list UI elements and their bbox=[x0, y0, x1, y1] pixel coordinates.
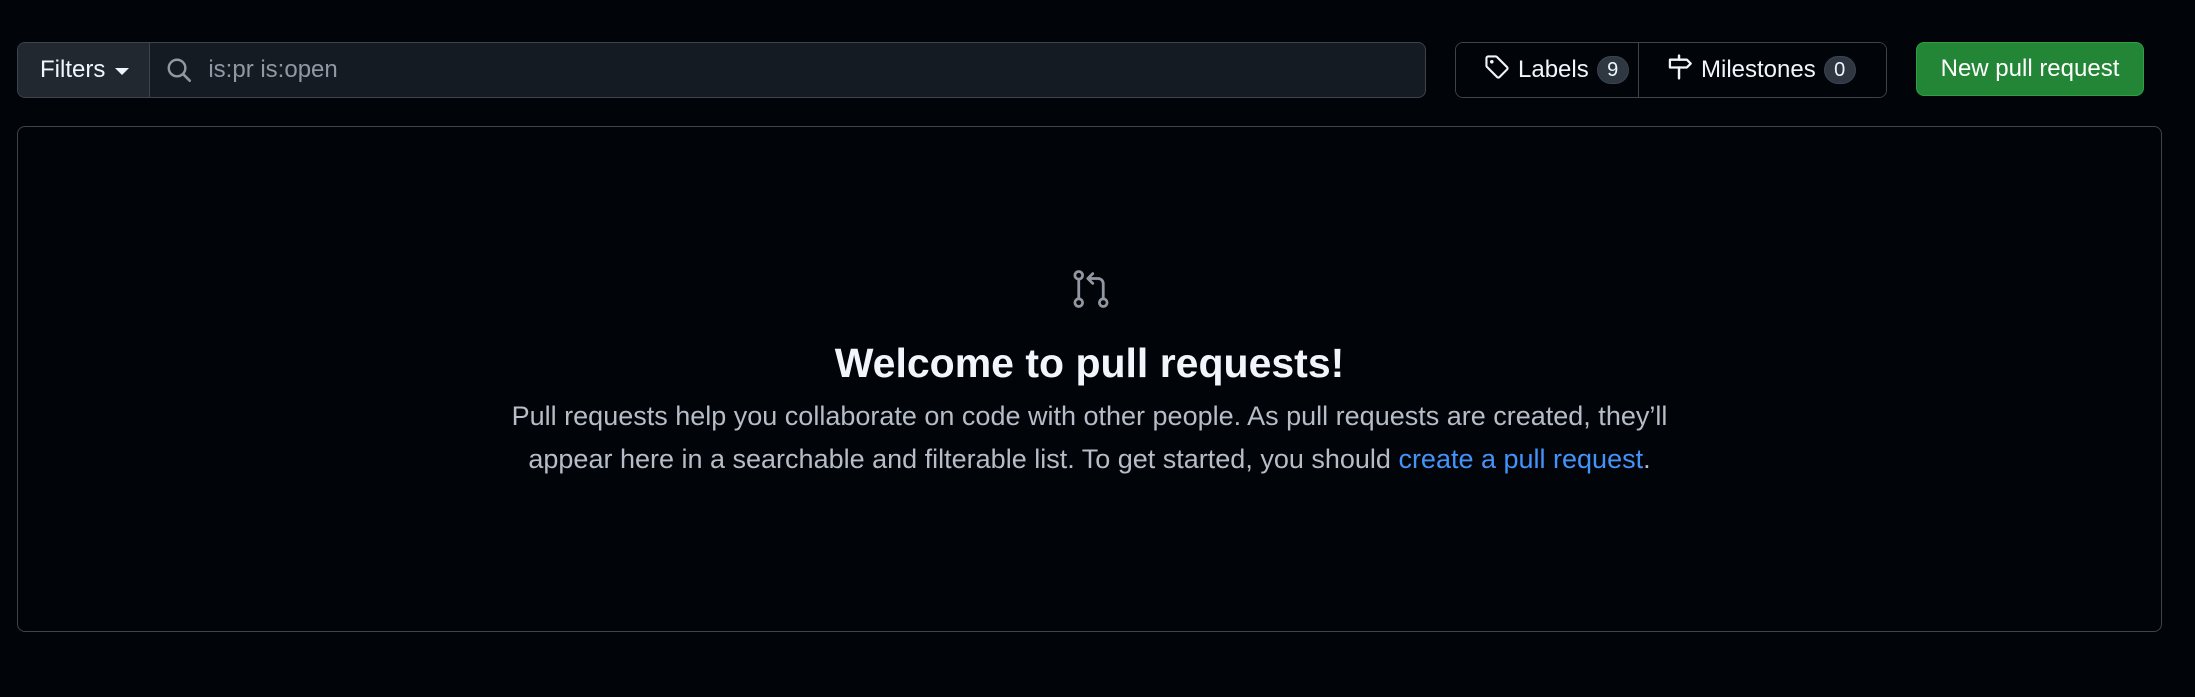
milestones-label: Milestones bbox=[1701, 56, 1816, 83]
git-pull-request-icon bbox=[1070, 268, 1112, 310]
new-pull-request-button[interactable]: New pull request bbox=[1916, 42, 2144, 96]
filters-label: Filters bbox=[40, 56, 106, 83]
pull-requests-blankslate: Welcome to pull requests! Pull requests … bbox=[17, 126, 2162, 632]
triangle-down-icon bbox=[115, 67, 130, 75]
search-icon bbox=[166, 57, 192, 83]
create-pull-request-link[interactable]: create a pull request bbox=[1398, 444, 1643, 474]
blankslate-description-line-2-text: appear here in a searchable and filterab… bbox=[528, 444, 1399, 474]
tag-icon bbox=[1484, 54, 1510, 87]
milestone-icon bbox=[1667, 53, 1693, 87]
search-field[interactable] bbox=[150, 43, 1425, 97]
milestones-link[interactable]: Milestones 0 bbox=[1638, 43, 1886, 97]
labels-count-badge: 9 bbox=[1596, 56, 1629, 84]
labels-link[interactable]: Labels 9 bbox=[1456, 43, 1638, 97]
pull-requests-toolbar: Filters is:pr is:open Labels 9 Milestone… bbox=[17, 42, 2163, 98]
search-input[interactable] bbox=[208, 43, 1425, 97]
filter-search-group: Filters bbox=[17, 42, 1426, 98]
blankslate-description-line-2: appear here in a searchable and filterab… bbox=[18, 438, 2161, 481]
filters-button[interactable]: Filters bbox=[18, 43, 151, 97]
blankslate-description: Pull requests help you collaborate on co… bbox=[18, 395, 2161, 481]
blankslate-description-line-1: Pull requests help you collaborate on co… bbox=[511, 401, 1668, 431]
labels-milestones-nav: Labels 9 Milestones 0 bbox=[1455, 42, 1887, 98]
blankslate-description-period: . bbox=[1643, 444, 1651, 474]
blankslate-title: Welcome to pull requests! bbox=[834, 340, 1345, 386]
milestones-count-badge: 0 bbox=[1823, 56, 1856, 84]
labels-label: Labels bbox=[1518, 56, 1589, 83]
pull-requests-page: Filters is:pr is:open Labels 9 Milestone… bbox=[0, 0, 2195, 697]
